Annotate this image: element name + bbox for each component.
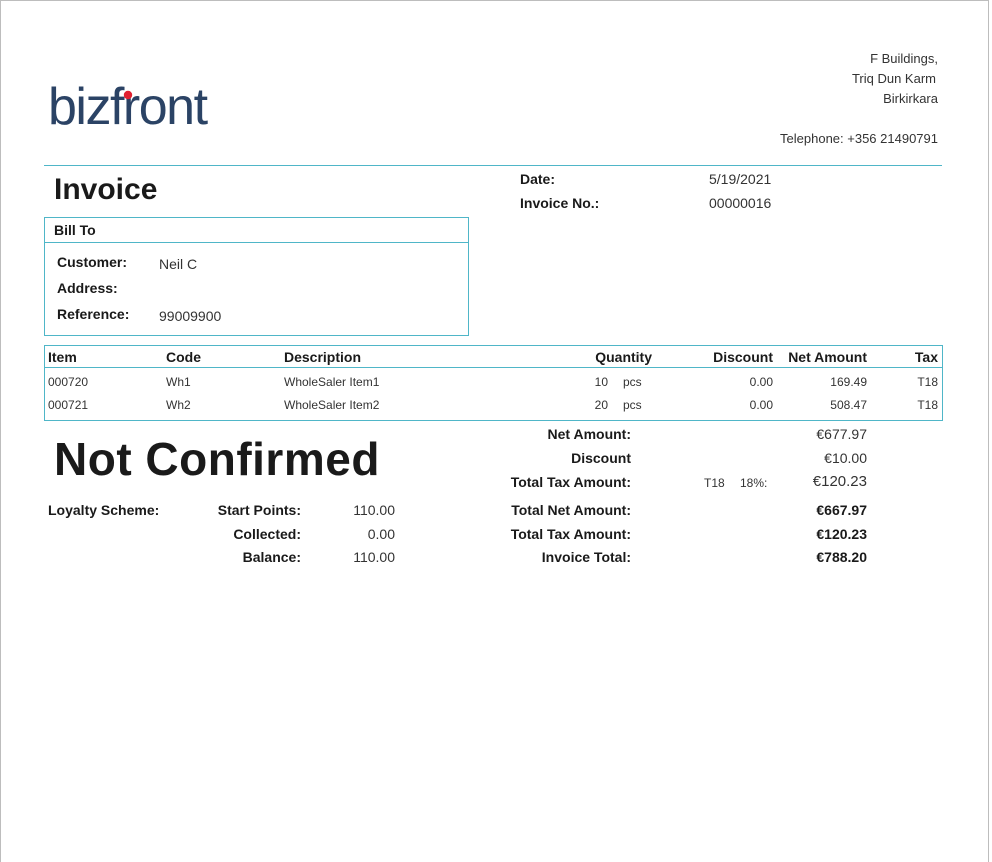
header-tax: Tax [914, 349, 938, 365]
net-amount-label: Net Amount: [547, 426, 631, 442]
invoice-number-label: Invoice No.: [520, 195, 600, 211]
row-item: 000720 [48, 375, 89, 389]
net-amount-value: €677.97 [816, 426, 867, 442]
collected-label: Collected: [233, 526, 301, 542]
company-address-line-1: F Buildings, [870, 51, 938, 66]
start-points-value: 110.00 [353, 502, 395, 518]
row-description: WholeSaler Item2 [284, 398, 380, 412]
discount-label: Discount [571, 450, 631, 466]
row-quantity: 10 [594, 375, 608, 389]
row-discount: 0.00 [749, 398, 773, 412]
header-divider [44, 165, 942, 166]
row-net-amount: 169.49 [830, 375, 867, 389]
loyalty-scheme-label: Loyalty Scheme: [48, 502, 160, 518]
logo-text: bizfront [48, 80, 209, 132]
header-net-amount: Net Amount [788, 349, 867, 365]
date-label: Date: [520, 171, 556, 187]
row-item: 000721 [48, 398, 89, 412]
header-item: Item [48, 349, 77, 365]
row-tax: T18 [917, 375, 938, 389]
row-unit: pcs [623, 398, 642, 412]
company-logo: bizfront [48, 80, 210, 132]
header-quantity: Quantity [595, 349, 652, 365]
items-table: Item Code Description Quantity Discount … [44, 345, 943, 421]
start-points-label: Start Points: [217, 502, 301, 518]
balance-value: 110.00 [353, 549, 395, 565]
customer-label: Customer: [57, 254, 128, 270]
document-title: Invoice [54, 173, 158, 206]
company-address-line-2: Triq Dun Karm [851, 71, 936, 86]
invoice-total-value: €788.20 [816, 549, 867, 565]
date-value: 5/19/2021 [709, 171, 772, 187]
logo-dot [123, 90, 133, 100]
invoice-number-value: 00000016 [709, 195, 772, 211]
address-label: Address: [57, 280, 118, 296]
tax-amount-value: €120.23 [812, 473, 867, 490]
reference-label: Reference: [57, 306, 130, 322]
total-tax-amount-value: €120.23 [816, 526, 867, 542]
company-address-line-3: Birkirkara [883, 91, 938, 106]
discount-value: €10.00 [824, 450, 867, 466]
row-tax: T18 [917, 398, 938, 412]
row-code: Wh1 [166, 375, 191, 389]
total-net-amount-value: €667.97 [816, 502, 867, 518]
row-quantity: 20 [594, 398, 608, 412]
customer-value: Neil C [159, 256, 198, 272]
header-code: Code [166, 349, 201, 365]
row-description: WholeSaler Item1 [284, 375, 380, 389]
row-discount: 0.00 [749, 375, 773, 389]
company-telephone: Telephone: +356 21490791 [780, 131, 938, 146]
header-description: Description [284, 349, 362, 365]
row-net-amount: 508.47 [830, 398, 867, 412]
items-table-header: Item Code Description Quantity Discount … [45, 346, 942, 368]
header-discount: Discount [713, 349, 773, 365]
row-code: Wh2 [166, 398, 191, 412]
tax-code: T18 [704, 476, 725, 490]
tax-amount-label: Total Tax Amount: [510, 474, 631, 490]
collected-value: 0.00 [367, 526, 395, 542]
bill-to-box: Bill To Customer: Neil C Address: Refere… [44, 217, 469, 336]
bill-to-heading: Bill To [45, 218, 468, 243]
row-unit: pcs [623, 375, 642, 389]
balance-label: Balance: [242, 549, 301, 565]
reference-value: 99009900 [159, 308, 222, 324]
